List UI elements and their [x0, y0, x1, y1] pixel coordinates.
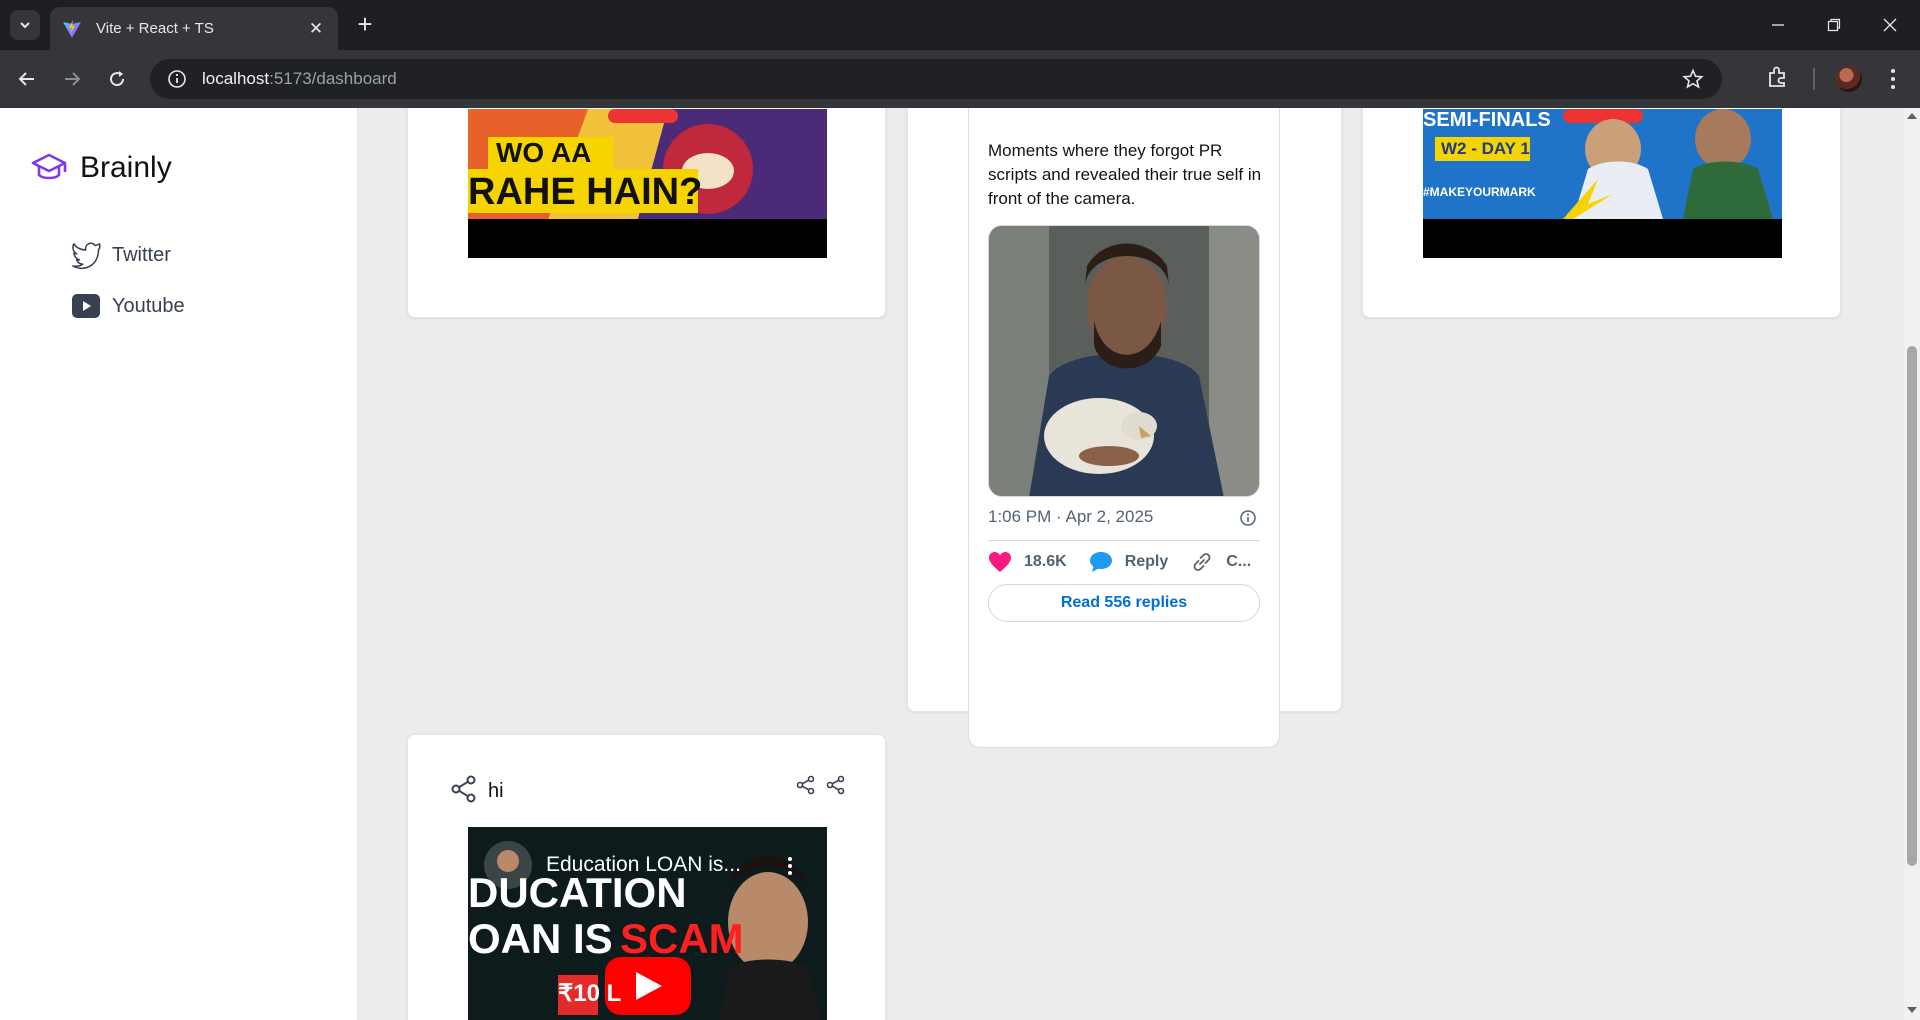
sidebar-item-youtube[interactable]: Youtube	[70, 292, 185, 320]
graduation-cap-icon	[31, 153, 67, 180]
scroll-down-icon[interactable]	[1907, 1006, 1917, 1014]
tweet-photo	[989, 226, 1259, 496]
tweet-embed[interactable]: Moments where they forgot PR scripts and…	[968, 108, 1280, 748]
tab-close-icon[interactable]: ✕	[306, 19, 326, 39]
menu-kebab-icon[interactable]	[1880, 64, 1906, 94]
minimize-button[interactable]	[1750, 0, 1806, 50]
tweet-timestamp[interactable]: 1:06 PM · Apr 2, 2025	[988, 507, 1153, 527]
forward-button[interactable]	[57, 64, 87, 94]
thumbnail-text: W2 - DAY 1	[1441, 139, 1530, 158]
sidebar: Brainly Twitter Youtube	[0, 108, 358, 1020]
sidebar-item-label: Twitter	[112, 243, 171, 266]
profile-avatar[interactable]	[1836, 66, 1862, 92]
reload-icon	[110, 71, 125, 87]
new-tab-button[interactable]: +	[350, 10, 380, 40]
tab-search-button[interactable]	[10, 10, 40, 40]
info-icon[interactable]	[1239, 509, 1257, 527]
thumbnail-text: RAHE HAIN?	[468, 171, 703, 213]
restore-icon	[1827, 18, 1841, 32]
content-card-youtube: hi Education LOAN is... DUCATION OAN IS …	[407, 734, 886, 1020]
tab-title: Vite + React + TS	[96, 20, 214, 37]
close-icon	[1883, 18, 1897, 32]
tweet-actions: 18.6K Reply C...	[988, 551, 1278, 573]
more-vertical-icon[interactable]	[786, 855, 794, 877]
browser-tab[interactable]: Vite + React + TS ✕	[50, 7, 338, 50]
reply-button[interactable]: Reply	[1089, 551, 1169, 573]
share-icon[interactable]	[796, 775, 816, 795]
address-bar[interactable]: localhost:5173/dashboard	[150, 59, 1722, 99]
toolbar-separator	[1813, 68, 1815, 90]
youtube-icon	[72, 294, 100, 318]
browser-tab-bar: Vite + React + TS ✕ +	[0, 0, 1920, 50]
content-card-youtube: SEMI-FINALS W2 - DAY 1 #MAKEYOURMARK	[1362, 108, 1841, 318]
bookmark-star-icon[interactable]	[1682, 68, 1704, 90]
scrollbar-thumb[interactable]	[1907, 346, 1917, 866]
thumbnail-text: #MAKEYOURMARK	[1423, 185, 1536, 199]
heart-icon	[989, 552, 1011, 572]
thumbnail-text: SCAM	[620, 915, 744, 962]
tweet-divider	[988, 540, 1260, 541]
page-scrollbar[interactable]	[1904, 108, 1920, 1020]
close-window-button[interactable]	[1862, 0, 1918, 50]
tweet-media[interactable]	[988, 225, 1260, 497]
thumbnail-text: ₹10 L	[558, 980, 622, 1007]
copy-link-button[interactable]: C...	[1190, 551, 1251, 573]
minimize-icon	[1772, 24, 1784, 26]
reload-button[interactable]	[102, 64, 132, 94]
restore-button[interactable]	[1806, 0, 1862, 50]
tweet-text: Moments where they forgot PR scripts and…	[988, 141, 1262, 208]
extensions-icon[interactable]	[1765, 64, 1791, 90]
share-icon[interactable]	[826, 775, 846, 795]
arrow-left-icon	[18, 72, 34, 86]
url-host: localhost	[202, 69, 270, 88]
scroll-up-icon[interactable]	[1907, 112, 1917, 120]
site-info-icon[interactable]	[166, 68, 188, 90]
page-viewport: Brainly Twitter Youtube WO AA RAHE HAIN?…	[0, 108, 1904, 1020]
video-embed[interactable]: Education LOAN is... DUCATION OAN IS SCA…	[468, 827, 827, 1020]
like-button[interactable]: 18.6K	[988, 551, 1067, 573]
share-icon[interactable]	[450, 775, 478, 803]
brand-logo[interactable]: Brainly	[30, 150, 172, 186]
reply-bubble-icon	[1089, 552, 1112, 572]
content-card-youtube: WO AA RAHE HAIN?	[407, 108, 886, 318]
sidebar-item-label: Youtube	[112, 294, 185, 317]
like-count: 18.6K	[1024, 553, 1067, 570]
reply-label: Reply	[1124, 553, 1169, 570]
vite-favicon-icon	[63, 19, 81, 38]
url-path: :5173/dashboard	[269, 69, 397, 88]
video-thumbnail[interactable]: WO AA RAHE HAIN?	[468, 109, 827, 258]
browser-toolbar: localhost:5173/dashboard	[0, 50, 1920, 108]
twitter-icon	[72, 242, 101, 269]
thumbnail-text: OAN IS	[468, 915, 613, 962]
link-icon	[1193, 553, 1211, 571]
video-thumbnail[interactable]: SEMI-FINALS W2 - DAY 1 #MAKEYOURMARK	[1423, 109, 1782, 258]
back-button[interactable]	[12, 64, 42, 94]
card-title: hi	[488, 780, 504, 802]
thumbnail-text: SEMI-FINALS	[1423, 109, 1551, 131]
brand-name: Brainly	[80, 151, 172, 184]
thumbnail-text: DUCATION	[468, 869, 687, 916]
chevron-down-icon	[20, 22, 30, 29]
sidebar-item-twitter[interactable]: Twitter	[70, 241, 171, 269]
read-replies-button[interactable]: Read 556 replies	[988, 584, 1260, 622]
copy-label: C...	[1226, 553, 1252, 570]
thumbnail-text: WO AA	[496, 137, 592, 168]
arrow-right-icon	[65, 72, 81, 86]
